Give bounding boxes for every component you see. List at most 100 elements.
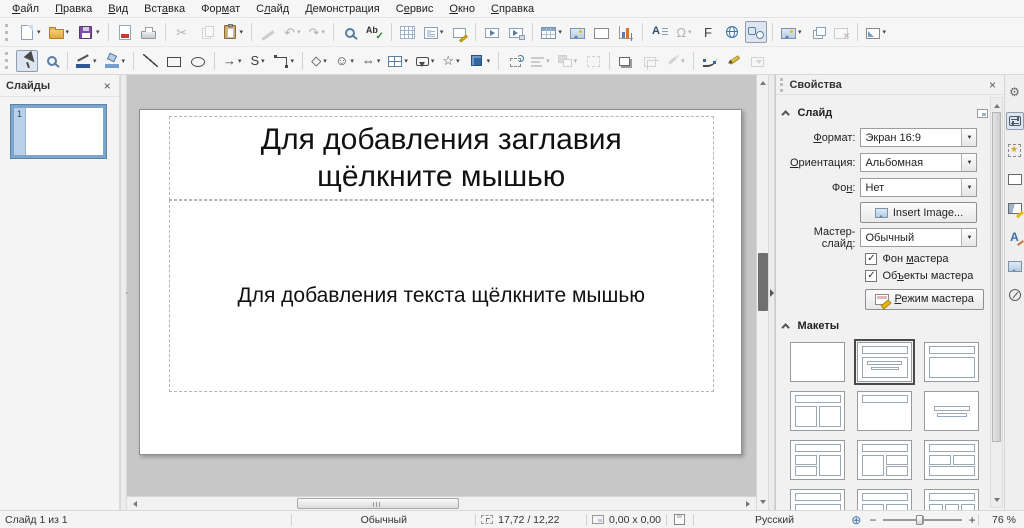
save-status[interactable] — [667, 511, 693, 528]
layout-option-blank[interactable] — [790, 342, 845, 382]
tab-gallery[interactable] — [1006, 257, 1024, 275]
export-pdf-icon[interactable] — [114, 21, 136, 43]
zoom-slider-thumb[interactable] — [916, 515, 923, 525]
dropdown-arrow-icon[interactable]: ▾ — [240, 28, 244, 36]
close-icon[interactable]: × — [987, 78, 998, 92]
dropdown-arrow-icon[interactable]: ▾ — [546, 57, 550, 65]
layout-option-title-two-content[interactable] — [790, 391, 845, 431]
master-objects-checkbox[interactable]: ✓ — [865, 270, 877, 282]
scroll-down-icon[interactable] — [990, 495, 1003, 507]
slide-section-header[interactable]: Слайд — [784, 103, 988, 123]
tab-navigator[interactable] — [1006, 286, 1024, 304]
toolbar-grip[interactable] — [5, 24, 10, 41]
chevron-down-icon[interactable]: ▼ — [961, 229, 976, 246]
dropdown-arrow-icon[interactable]: ▾ — [681, 57, 685, 65]
scroll-up-icon[interactable] — [990, 98, 1003, 110]
sidebar-scrollbar-thumb[interactable] — [992, 112, 1001, 442]
glue-points-icon[interactable] — [723, 50, 745, 72]
dropdown-arrow-icon[interactable]: ▾ — [37, 28, 41, 36]
layout-option-two-content-content[interactable] — [790, 440, 845, 480]
format-select[interactable]: Экран 16:9 ▼ — [860, 128, 977, 147]
dropdown-arrow-icon[interactable]: ▾ — [882, 28, 886, 36]
layout-option-centered-text[interactable] — [924, 391, 979, 431]
vertical-scrollbar[interactable] — [756, 75, 769, 510]
basic-shapes-icon[interactable]: ◇▾ — [308, 50, 330, 72]
menu-insert[interactable]: Вставка — [136, 2, 193, 16]
connectors-icon[interactable]: ▾ — [271, 50, 298, 72]
sidebar-splitter[interactable] — [768, 75, 775, 510]
layout-option-six-content[interactable] — [924, 489, 979, 510]
layouts-section-header[interactable]: Макеты — [784, 316, 988, 336]
menu-slide[interactable]: Слайд — [248, 2, 297, 16]
insert-comment-icon[interactable] — [448, 21, 470, 43]
ellipse-icon[interactable] — [187, 50, 209, 72]
symbol-shapes-icon[interactable]: ☺▾ — [332, 50, 357, 72]
display-views-icon[interactable]: ▾ — [421, 21, 447, 43]
find-replace-icon[interactable] — [339, 21, 361, 43]
menu-window[interactable]: Окно — [441, 2, 483, 16]
menu-edit[interactable]: Правка — [47, 2, 100, 16]
paste-icon[interactable]: ▾ — [219, 21, 247, 43]
dropdown-arrow-icon[interactable]: ▾ — [238, 57, 242, 65]
dropdown-arrow-icon[interactable]: ▾ — [798, 28, 802, 36]
dropdown-arrow-icon[interactable]: ▾ — [122, 57, 126, 65]
insert-frame-icon[interactable] — [591, 21, 613, 43]
start-from-first-slide-icon[interactable] — [481, 21, 503, 43]
tab-slide-transition[interactable] — [1006, 199, 1024, 217]
show-draw-functions-icon[interactable] — [745, 21, 767, 43]
menu-slideshow[interactable]: Демонстрация — [297, 2, 388, 16]
print-icon[interactable] — [138, 21, 160, 43]
background-select[interactable]: Нет ▼ — [860, 178, 977, 197]
dropdown-arrow-icon[interactable]: ▾ — [291, 57, 295, 65]
menu-help[interactable]: Справка — [483, 2, 542, 16]
layout-option-content-over-content[interactable] — [790, 489, 845, 510]
menu-format[interactable]: Формат — [193, 2, 248, 16]
vertical-scrollbar-thumb[interactable] — [758, 253, 768, 311]
zoom-level-label[interactable]: 76 % — [979, 511, 1024, 528]
rectangle-icon[interactable] — [163, 50, 185, 72]
insert-image-button[interactable]: Insert Image... — [860, 202, 977, 223]
more-options-icon[interactable] — [977, 109, 988, 118]
insert-line-icon[interactable] — [139, 50, 161, 72]
dropdown-arrow-icon[interactable]: ▾ — [574, 57, 578, 65]
layout-option-title-slide[interactable] — [857, 342, 912, 382]
dropdown-arrow-icon[interactable]: ▾ — [350, 57, 354, 65]
dropdown-arrow-icon[interactable]: ▾ — [66, 28, 70, 36]
line-color-icon[interactable]: ▾ — [73, 50, 100, 72]
select-icon[interactable] — [16, 50, 38, 72]
scroll-left-icon[interactable] — [127, 498, 140, 510]
orientation-select[interactable]: Альбомная ▼ — [860, 153, 977, 172]
layout-option-four-content[interactable] — [857, 489, 912, 510]
title-placeholder[interactable]: Для добавления заглавия щёлкните мышью — [169, 116, 714, 200]
master-slide-select[interactable]: Обычный ▼ — [860, 228, 977, 247]
edit-points-icon[interactable] — [699, 50, 721, 72]
hyperlink-icon[interactable] — [721, 21, 743, 43]
master-background-checkbox[interactable]: ✓ — [865, 253, 877, 265]
dropdown-arrow-icon[interactable]: ▾ — [377, 57, 381, 65]
shadow-icon[interactable] — [615, 50, 637, 72]
duplicate-slide-icon[interactable] — [806, 21, 828, 43]
callout-shapes-icon[interactable]: ▾ — [413, 50, 438, 72]
dropdown-arrow-icon[interactable]: ▾ — [297, 28, 301, 36]
tab-animation[interactable] — [1006, 141, 1024, 159]
view-mode-label[interactable]: Обычный — [292, 511, 475, 528]
3d-objects-icon[interactable]: ▾ — [465, 50, 494, 72]
open-file-icon[interactable]: ▾ — [46, 21, 73, 43]
start-from-current-slide-icon[interactable] — [505, 21, 527, 43]
slide-layout-icon[interactable]: ▾ — [863, 21, 889, 43]
layout-option-title-content[interactable] — [924, 342, 979, 382]
flowchart-shapes-icon[interactable]: ▾ — [385, 50, 411, 72]
horizontal-scrollbar-thumb[interactable] — [297, 498, 459, 509]
zoom-pan-icon[interactable] — [40, 50, 62, 72]
curves-polygons-icon[interactable]: S▾ — [247, 50, 269, 72]
dropdown-arrow-icon[interactable]: ▾ — [96, 28, 100, 36]
chevron-down-icon[interactable]: ▼ — [961, 154, 976, 171]
content-placeholder[interactable]: Для добавления текста щёлкните мышью — [169, 200, 714, 392]
slide-thumbnail-1[interactable]: 1 — [10, 104, 107, 159]
horizontal-scrollbar[interactable] — [127, 496, 756, 510]
insert-image-icon[interactable] — [567, 21, 589, 43]
insert-textbox-icon[interactable] — [648, 21, 671, 43]
rotate-icon[interactable] — [504, 50, 526, 72]
dropdown-arrow-icon[interactable]: ▾ — [558, 28, 562, 36]
layout-option-title-only[interactable] — [857, 391, 912, 431]
